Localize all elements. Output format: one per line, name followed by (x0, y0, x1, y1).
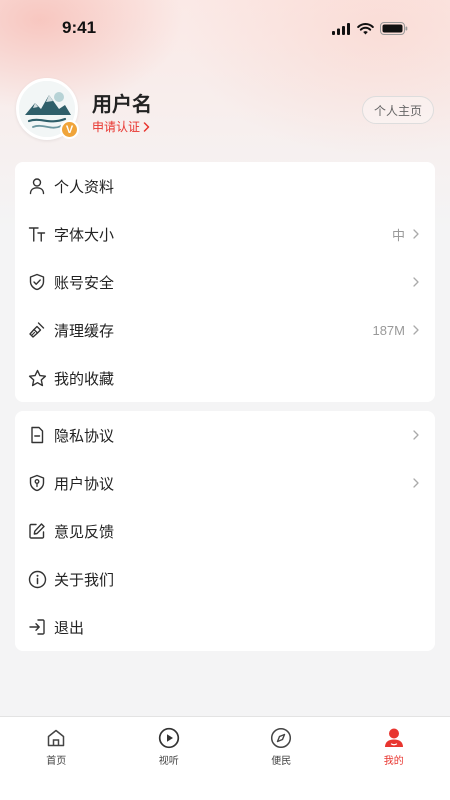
profile-header: V 用户名 申请认证 个人主页 (0, 70, 450, 152)
menu-item-profile[interactable]: 个人资料 (15, 162, 435, 210)
menu-item-privacy-policy[interactable]: 隐私协议 (15, 411, 435, 459)
shield-check-icon (27, 272, 47, 292)
document-icon (27, 425, 47, 445)
status-bar: 9:41 (0, 0, 450, 60)
person-icon (27, 176, 47, 196)
menu-item-logout[interactable]: 退出 (15, 603, 435, 651)
logout-icon (27, 617, 47, 637)
home-icon (45, 727, 67, 749)
personal-homepage-button[interactable]: 个人主页 (361, 96, 434, 124)
tab-services[interactable]: 便民 (225, 717, 338, 800)
status-icons (332, 22, 408, 35)
settings-card-2: 隐私协议 用户协议 意见反馈 关于我们 退出 (15, 411, 435, 651)
menu-item-account-security[interactable]: 账号安全 (15, 258, 435, 306)
menu-item-favorites[interactable]: 我的收藏 (15, 354, 435, 402)
tab-label: 便民 (271, 756, 292, 767)
menu-item-label: 我的收藏 (54, 369, 115, 388)
font-size-icon (27, 224, 47, 244)
apply-verification-link[interactable]: 申请认证 (92, 118, 150, 135)
verify-label: 申请认证 (92, 120, 141, 134)
bottom-tab-bar: 首页 视听 便民 我的 (0, 716, 450, 800)
battery-icon (380, 22, 408, 35)
cache-size-value: 187M (372, 322, 405, 338)
menu-item-feedback[interactable]: 意见反馈 (15, 507, 435, 555)
verified-badge: V (60, 120, 79, 139)
chevron-right-icon (411, 277, 421, 287)
edit-icon (27, 521, 47, 541)
tab-label: 视听 (158, 756, 179, 767)
menu-item-about-us[interactable]: 关于我们 (15, 555, 435, 603)
tab-home[interactable]: 首页 (0, 717, 113, 800)
tab-mine[interactable]: 我的 (338, 717, 450, 800)
avatar[interactable]: V (16, 78, 79, 140)
chevron-right-icon (411, 229, 421, 239)
tab-label: 首页 (46, 756, 67, 767)
chevron-right-icon (411, 478, 421, 488)
menu-item-label: 字体大小 (54, 225, 115, 244)
menu-item-label: 用户协议 (54, 474, 115, 493)
star-icon (27, 368, 47, 388)
menu-item-font-size[interactable]: 字体大小 中 (15, 210, 435, 258)
tab-label: 我的 (383, 756, 404, 767)
menu-item-label: 账号安全 (54, 273, 115, 292)
menu-item-label: 意见反馈 (54, 522, 115, 541)
status-time: 9:41 (62, 18, 97, 37)
font-size-value: 中 (391, 227, 405, 243)
chevron-right-icon (411, 325, 421, 335)
compass-icon (270, 727, 292, 749)
chevron-right-icon (143, 121, 150, 132)
menu-item-label: 隐私协议 (54, 426, 115, 445)
signal-icon (332, 22, 350, 35)
wifi-icon (357, 22, 374, 34)
settings-card-1: 个人资料 字体大小 中 账号安全 清理缓存 187M 我的收藏 (15, 162, 435, 402)
menu-item-clear-cache[interactable]: 清理缓存 187M (15, 306, 435, 354)
tab-audiovisual[interactable]: 视听 (113, 717, 226, 800)
user-icon (383, 727, 405, 749)
play-icon (158, 727, 180, 749)
menu-item-label: 退出 (54, 618, 85, 637)
shield-user-icon (27, 473, 47, 493)
broom-icon (27, 320, 47, 340)
menu-item-label: 个人资料 (54, 177, 115, 196)
info-icon (27, 569, 47, 589)
username[interactable]: 用户名 (92, 88, 152, 117)
chevron-right-icon (411, 430, 421, 440)
menu-item-user-agreement[interactable]: 用户协议 (15, 459, 435, 507)
menu-item-label: 清理缓存 (54, 321, 115, 340)
menu-item-label: 关于我们 (54, 570, 115, 589)
